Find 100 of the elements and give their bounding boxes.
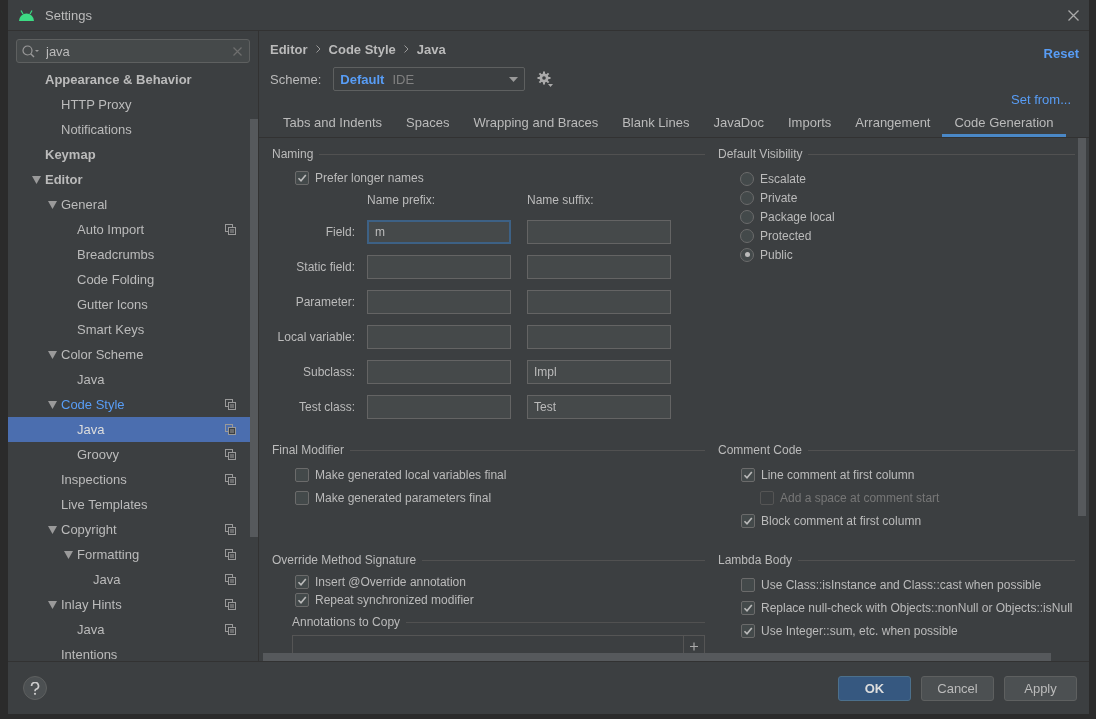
- breadcrumb-item[interactable]: Code Style: [328, 41, 396, 57]
- checkbox[interactable]: [741, 467, 755, 482]
- tree-item[interactable]: Auto Import: [8, 217, 250, 242]
- question-mark-icon: [30, 681, 40, 695]
- radio-label: Protected: [760, 228, 812, 243]
- tree-item[interactable]: Notifications: [8, 117, 250, 142]
- tree-item[interactable]: Java: [8, 367, 250, 392]
- breadcrumb-item[interactable]: Java: [416, 41, 446, 57]
- tree-item[interactable]: Copyright: [8, 517, 250, 542]
- tree-item[interactable]: Keymap: [8, 142, 250, 167]
- radio-button[interactable]: [740, 171, 754, 186]
- expanded-arrow-icon[interactable]: [48, 525, 57, 534]
- android-icon: [18, 9, 35, 21]
- chevron-right-icon: [315, 45, 321, 53]
- tab[interactable]: JavaDoc: [701, 110, 776, 137]
- tree-item[interactable]: Appearance & Behavior: [8, 67, 250, 92]
- column-heading: Name suffix:: [527, 193, 595, 209]
- scrollbar[interactable]: [263, 653, 1051, 661]
- tree-item[interactable]: Code Folding: [8, 267, 250, 292]
- prefix-field[interactable]: [367, 360, 511, 384]
- checkbox-label: Line comment at first column: [761, 467, 915, 482]
- tree-item[interactable]: Live Templates: [8, 492, 250, 517]
- prefix-field[interactable]: [367, 325, 511, 349]
- breadcrumb-item[interactable]: Editor: [270, 41, 308, 57]
- field-label: Test class:: [298, 400, 356, 414]
- scheme-dropdown[interactable]: Default IDE: [333, 67, 526, 91]
- suffix-field[interactable]: [527, 290, 671, 314]
- checkbox[interactable]: [741, 600, 755, 615]
- clear-icon[interactable]: [233, 47, 242, 56]
- tree-item[interactable]: Code Style: [8, 392, 250, 417]
- tree-item[interactable]: Editor: [8, 167, 250, 192]
- checkbox[interactable]: [741, 513, 755, 528]
- section-title: Lambda Body: [718, 553, 793, 567]
- checkbox[interactable]: [741, 623, 755, 638]
- tab[interactable]: Spaces: [394, 110, 462, 137]
- expanded-arrow-icon[interactable]: [48, 200, 57, 209]
- radio-button[interactable]: [740, 190, 754, 205]
- tab[interactable]: Wrapping and Braces: [461, 110, 611, 137]
- tab[interactable]: Tabs and Indents: [271, 110, 395, 137]
- radio-button[interactable]: [740, 247, 754, 262]
- expanded-arrow-icon[interactable]: [48, 350, 57, 359]
- tab[interactable]: Arrangement: [843, 110, 943, 137]
- tab[interactable]: Code Generation: [942, 110, 1066, 137]
- expanded-arrow-icon[interactable]: [48, 400, 57, 409]
- checkbox-label: Prefer longer names: [315, 171, 424, 185]
- checkbox[interactable]: [295, 593, 309, 607]
- tree-item[interactable]: Color Scheme: [8, 342, 250, 367]
- dialog-button[interactable]: Cancel: [921, 675, 994, 701]
- tab[interactable]: Blank Lines: [610, 110, 702, 137]
- copy-icon: [225, 424, 236, 435]
- tree-item[interactable]: HTTP Proxy: [8, 92, 250, 117]
- tree-item[interactable]: Java: [8, 617, 250, 642]
- set-from-link[interactable]: Set from...: [1011, 92, 1071, 107]
- tree-item[interactable]: General: [8, 192, 250, 217]
- gear-icon[interactable]: [537, 71, 554, 87]
- checkbox[interactable]: [295, 490, 309, 505]
- checkbox[interactable]: [295, 467, 309, 482]
- radio-button[interactable]: [740, 228, 754, 243]
- suffix-field[interactable]: [527, 325, 671, 349]
- reset-link[interactable]: Reset: [1043, 45, 1079, 61]
- section-title: Override Method Signature: [272, 553, 417, 567]
- tree-item[interactable]: Gutter Icons: [8, 292, 250, 317]
- copy-icon: [225, 524, 236, 535]
- prefix-field[interactable]: [367, 290, 511, 314]
- field-label: Parameter:: [294, 295, 356, 309]
- tab[interactable]: Imports: [776, 110, 844, 137]
- suffix-field[interactable]: [527, 220, 671, 244]
- prefix-field[interactable]: m: [367, 220, 511, 244]
- prefix-field[interactable]: [367, 255, 511, 279]
- tree-item[interactable]: Inspections: [8, 467, 250, 492]
- copy-icon: [225, 449, 236, 460]
- tree-item[interactable]: Smart Keys: [8, 317, 250, 342]
- suffix-field[interactable]: [527, 255, 671, 279]
- search-field[interactable]: java: [16, 39, 250, 63]
- copy-icon: [225, 474, 236, 485]
- scrollbar[interactable]: [250, 119, 258, 537]
- copy-icon: [225, 549, 236, 560]
- expanded-arrow-icon[interactable]: [48, 600, 57, 609]
- tree-item[interactable]: Groovy: [8, 442, 250, 467]
- suffix-field[interactable]: Impl: [527, 360, 671, 384]
- radio-button[interactable]: [740, 209, 754, 224]
- tree-item[interactable]: Java: [8, 567, 250, 592]
- checkbox[interactable]: [295, 575, 309, 589]
- tree-item[interactable]: Breadcrumbs: [8, 242, 250, 267]
- suffix-field[interactable]: Test: [527, 395, 671, 419]
- expanded-arrow-icon[interactable]: [32, 175, 41, 184]
- tree-item[interactable]: Formatting: [8, 542, 250, 567]
- checkbox[interactable]: [741, 577, 755, 592]
- close-icon[interactable]: [1068, 9, 1079, 21]
- prefix-field[interactable]: [367, 395, 511, 419]
- expanded-arrow-icon[interactable]: [64, 550, 73, 559]
- tree-item[interactable]: Java: [8, 417, 250, 442]
- dialog-button[interactable]: Apply: [1004, 675, 1077, 701]
- tree-item[interactable]: Inlay Hints: [8, 592, 250, 617]
- tree-item[interactable]: Intentions: [8, 642, 250, 667]
- ok-button[interactable]: OK: [838, 675, 911, 701]
- scrollbar[interactable]: [1078, 138, 1086, 516]
- help-button[interactable]: [23, 676, 47, 700]
- checkbox[interactable]: [295, 171, 309, 185]
- section-title: Final Modifier: [272, 443, 345, 457]
